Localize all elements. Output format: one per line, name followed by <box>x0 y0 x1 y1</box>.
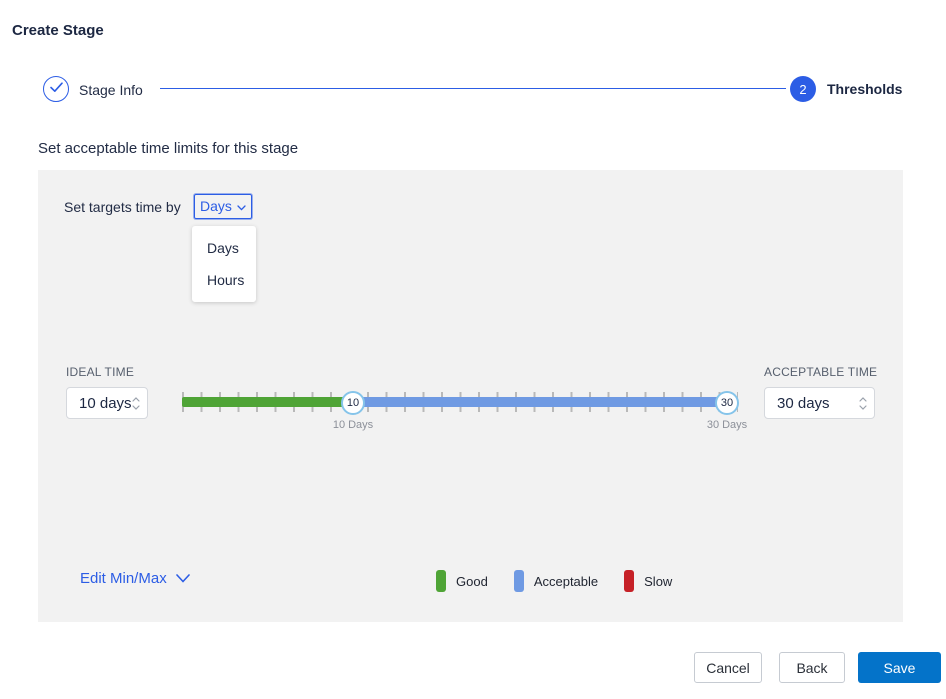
edit-minmax-toggle[interactable]: Edit Min/Max <box>80 570 190 587</box>
slider-track-good <box>182 397 353 407</box>
chevron-up-icon <box>859 397 867 402</box>
targets-time-by-label: Set targets time by <box>64 199 181 215</box>
acceptable-time-label: ACCEPTABLE TIME <box>764 365 877 379</box>
legend-item-acceptable: Acceptable <box>514 570 598 592</box>
slider-handle-ideal-value: 10 <box>347 397 359 409</box>
ideal-time-stepper[interactable] <box>132 397 147 410</box>
dropdown-option-hours[interactable]: Hours <box>192 264 256 296</box>
save-button[interactable]: Save <box>858 652 941 683</box>
page-title: Create Stage <box>12 22 104 39</box>
slider-handle-acceptable-value: 30 <box>721 397 733 409</box>
slider-handle-acceptable[interactable]: 30 <box>715 391 739 415</box>
step-stage-info-indicator[interactable] <box>43 76 69 102</box>
chevron-down-icon <box>237 198 246 214</box>
step-thresholds-indicator[interactable]: 2 <box>790 76 816 102</box>
legend: Good Acceptable Slow <box>436 570 672 592</box>
acceptable-time-input[interactable] <box>765 388 859 418</box>
step-stage-info-label[interactable]: Stage Info <box>79 82 143 98</box>
step-number: 2 <box>799 82 806 97</box>
legend-label-acceptable: Acceptable <box>534 574 598 589</box>
legend-label-slow: Slow <box>644 574 672 589</box>
acceptable-time-stepper[interactable] <box>859 397 874 410</box>
dropdown-option-days[interactable]: Days <box>192 232 256 264</box>
ideal-time-label: IDEAL TIME <box>66 365 134 379</box>
section-heading: Set acceptable time limits for this stag… <box>38 140 298 157</box>
check-icon <box>50 80 63 98</box>
cancel-button[interactable]: Cancel <box>694 652 762 683</box>
chevron-down-icon <box>176 570 190 587</box>
ideal-time-field <box>66 387 148 419</box>
stepper-connector-line <box>160 88 786 89</box>
back-button[interactable]: Back <box>779 652 845 683</box>
slider-handle-ideal[interactable]: 10 <box>341 391 365 415</box>
acceptable-time-field <box>764 387 875 419</box>
slow-swatch <box>624 570 634 592</box>
legend-item-good: Good <box>436 570 488 592</box>
acceptable-swatch <box>514 570 524 592</box>
edit-minmax-label: Edit Min/Max <box>80 570 167 587</box>
legend-item-slow: Slow <box>624 570 672 592</box>
unit-select-trigger[interactable]: Days <box>194 194 252 219</box>
chevron-down-icon <box>859 405 867 410</box>
unit-select-value: Days <box>200 198 232 214</box>
thresholds-panel: Set targets time by Days Days Hours IDEA… <box>38 170 903 622</box>
unit-dropdown-menu: Days Hours <box>192 226 256 302</box>
chevron-up-icon <box>132 397 140 402</box>
slider-ideal-tick-label: 10 Days <box>333 419 373 431</box>
slider-track-acceptable <box>353 397 737 407</box>
ideal-time-input[interactable] <box>67 388 132 418</box>
good-swatch <box>436 570 446 592</box>
legend-label-good: Good <box>456 574 488 589</box>
step-thresholds-label[interactable]: Thresholds <box>827 81 902 97</box>
slider-acceptable-tick-label: 30 Days <box>707 419 747 431</box>
chevron-down-icon <box>132 405 140 410</box>
